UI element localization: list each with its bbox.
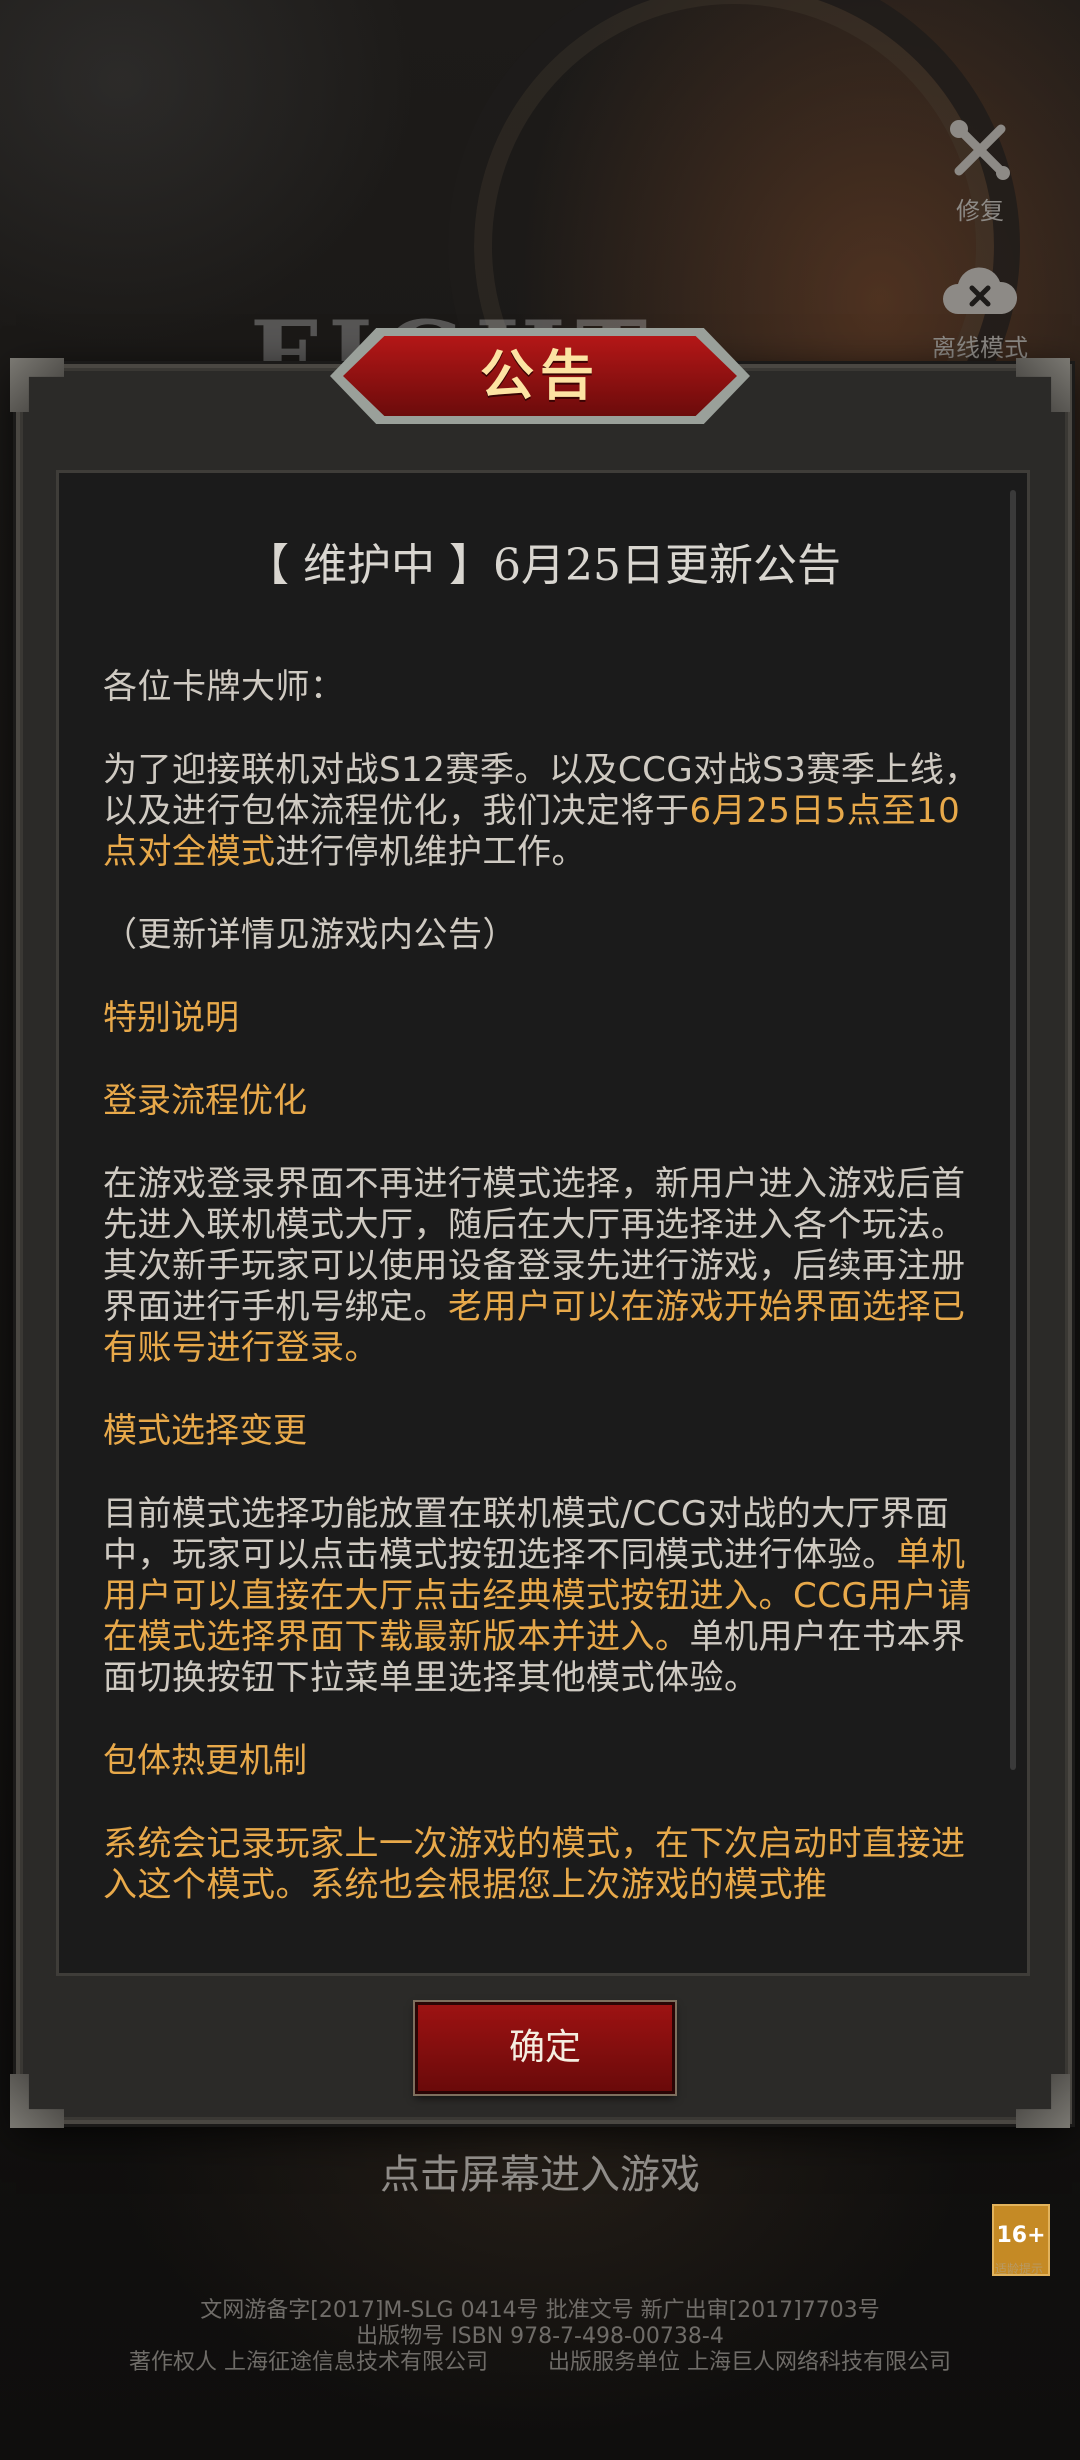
repair-button[interactable]: 修复 — [915, 115, 1045, 226]
confirm-button[interactable]: 确定 — [415, 2002, 675, 2094]
cloud-offline-icon — [943, 267, 1018, 314]
dialog-title: 公告 — [480, 344, 600, 407]
age-rating-label: 适龄提示 — [994, 2262, 1043, 2276]
paragraph-maintenance: 为了迎接联机对战S12赛季。以及CCG对战S3赛季上线，以及进行包体流程优化，我… — [103, 750, 983, 873]
footer-publisher: 出版服务单位 上海巨人网络科技有限公司 — [548, 2350, 951, 2375]
paragraph-mode: 目前模式选择功能放置在联机模式/CCG对战的大厅界面中，玩家可以点击模式按钮选择… — [103, 1494, 983, 1699]
paragraph-text: 进行停机维护工作。 — [275, 832, 586, 872]
repair-label: 修复 — [956, 197, 1004, 225]
paragraph-hotfix: 系统会记录玩家上一次游戏的模式，在下次启动时直接进入这个模式。系统也会根据您上次… — [103, 1824, 983, 1906]
announcement-scroll-content: 【 维护中 】6月25日更新公告 各位卡牌大师： 为了迎接联机对战S12赛季。以… — [103, 529, 983, 1948]
footer-copyright-holder: 著作权人 上海征途信息技术有限公司 — [129, 2350, 488, 2375]
announcement-content-panel[interactable]: 【 维护中 】6月25日更新公告 各位卡牌大师： 为了迎接联机对战S12赛季。以… — [56, 470, 1030, 1976]
offline-mode-button[interactable]: 离线模式 — [915, 258, 1045, 363]
announcement-headline: 【 维护中 】6月25日更新公告 — [245, 540, 841, 591]
section-heading-mode: 模式选择变更 — [103, 1411, 307, 1451]
tap-to-enter-hint[interactable]: 点击屏幕进入游戏 — [0, 2142, 1080, 2200]
paragraph-details-note: （更新详情见游戏内公告） — [103, 915, 517, 955]
offline-mode-label: 离线模式 — [932, 334, 1028, 362]
scrollbar[interactable] — [1010, 490, 1016, 1770]
footer-copyright-line: 著作权人 上海征途信息技术有限公司 出版服务单位 上海巨人网络科技有限公司 — [0, 2344, 1080, 2376]
paragraph-text: 目前模式选择功能放置在联机模式/CCG对战的大厅界面中，玩家可以点击模式按钮选择… — [103, 1494, 950, 1575]
wrench-screwdriver-icon — [950, 120, 1010, 180]
paragraph-login: 在游戏登录界面不再进行模式选择，新用户进入游戏后首先进入联机模式大厅，随后在大厅… — [103, 1164, 983, 1369]
section-heading-login: 登录流程优化 — [103, 1081, 307, 1121]
highlight-text: 系统会记录玩家上一次游戏的模式，在下次启动时直接进入这个模式。系统也会根据您上次… — [103, 1824, 966, 1905]
greeting: 各位卡牌大师： — [103, 667, 345, 707]
section-heading-special: 特别说明 — [103, 998, 239, 1038]
section-heading-hotfix: 包体热更机制 — [103, 1741, 307, 1781]
